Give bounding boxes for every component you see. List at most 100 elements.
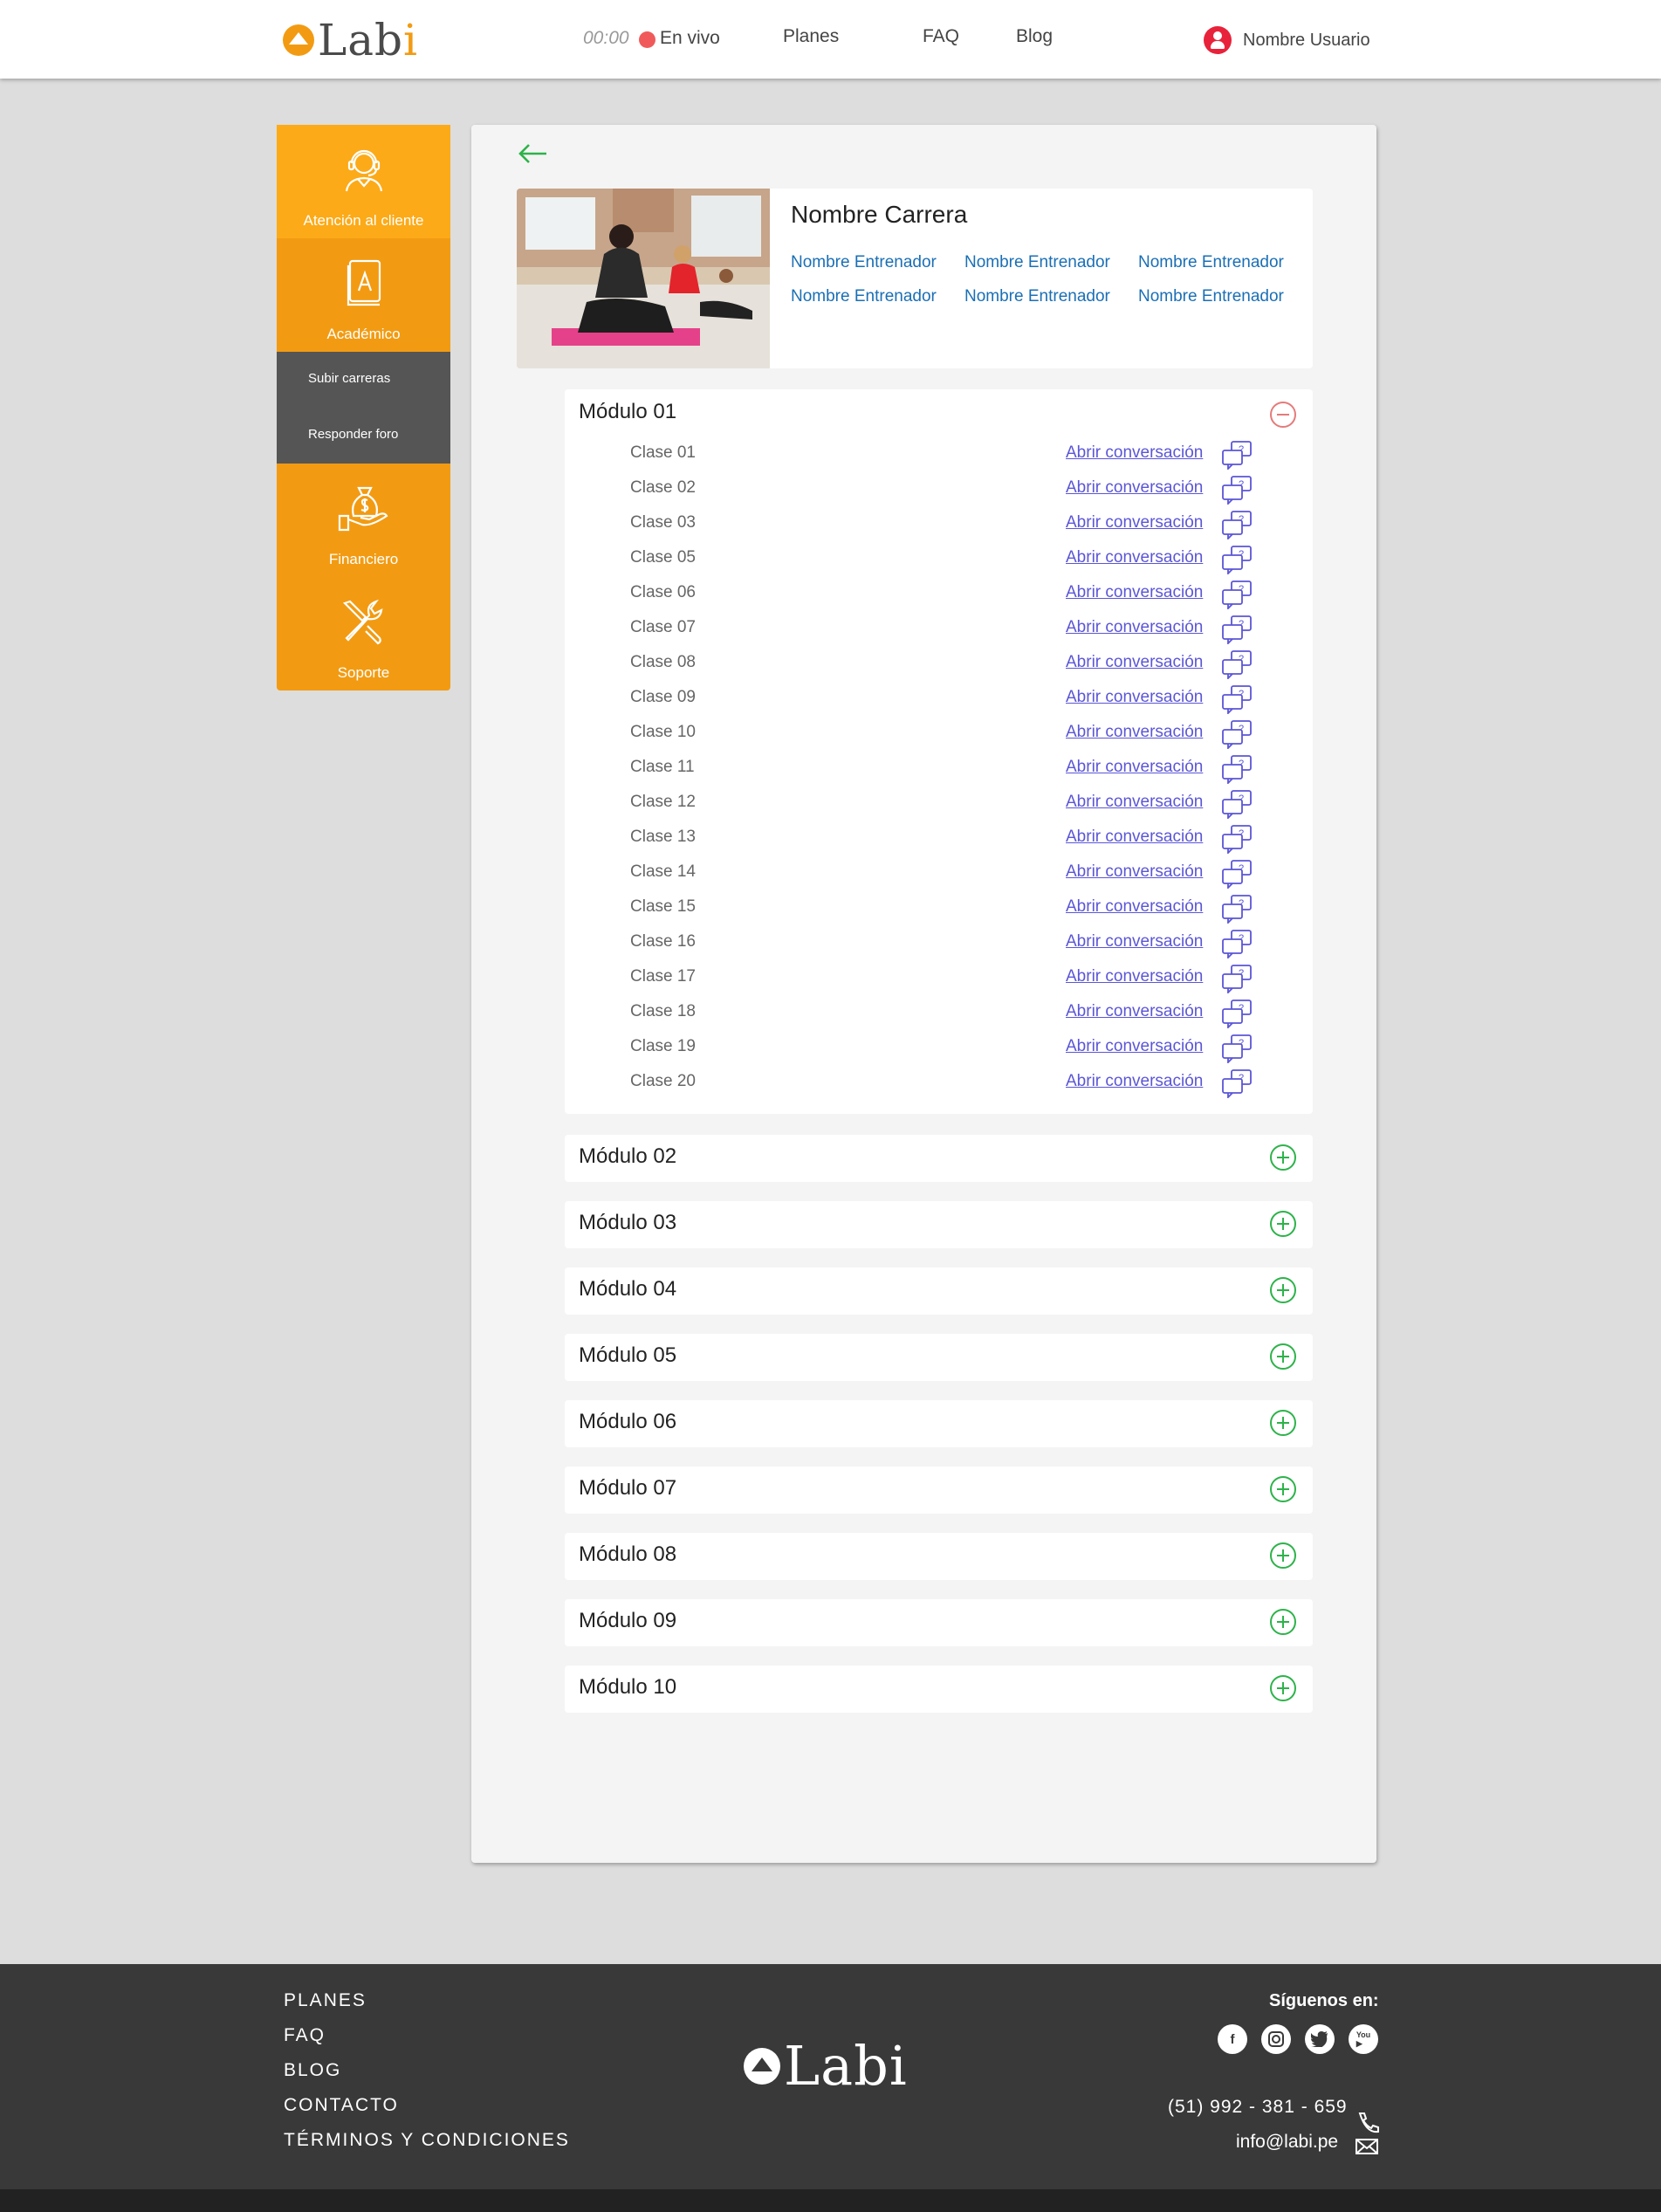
trainer-link[interactable]: Nombre Entrenador: [791, 253, 937, 272]
expand-icon[interactable]: [1270, 1410, 1296, 1436]
chat-question-icon[interactable]: ?: [1221, 1068, 1254, 1100]
trainer-link[interactable]: Nombre Entrenador: [964, 287, 1110, 306]
module-collapsed[interactable]: Módulo 03: [565, 1201, 1313, 1248]
module-title[interactable]: Módulo 07: [579, 1476, 676, 1501]
open-conversation-link[interactable]: Abrir conversación: [1066, 688, 1203, 707]
open-conversation-link[interactable]: Abrir conversación: [1066, 548, 1203, 567]
expand-icon[interactable]: [1270, 1675, 1296, 1701]
footer-link-terminos[interactable]: TÉRMINOS Y CONDICIONES: [284, 2130, 570, 2151]
module-collapsed[interactable]: Módulo 06: [565, 1400, 1313, 1447]
expand-icon[interactable]: [1270, 1609, 1296, 1635]
sidebar-item-financiero[interactable]: Financiero: [277, 464, 450, 577]
logo[interactable]: Labi: [283, 15, 418, 65]
open-conversation-link[interactable]: Abrir conversación: [1066, 897, 1203, 917]
sidebar-item-atencion[interactable]: Atención al cliente: [277, 125, 450, 238]
open-conversation-link[interactable]: Abrir conversación: [1066, 1037, 1203, 1056]
trainer-link[interactable]: Nombre Entrenador: [791, 287, 937, 306]
footer-link-contacto[interactable]: CONTACTO: [284, 2095, 399, 2116]
module-collapsed[interactable]: Módulo 02: [565, 1135, 1313, 1182]
collapse-icon[interactable]: [1270, 402, 1296, 428]
submenu-responder-foro[interactable]: Responder foro: [308, 427, 398, 442]
module-title[interactable]: Módulo 03: [579, 1211, 676, 1235]
sidebar-item-soporte[interactable]: Soporte: [277, 577, 450, 690]
module-title[interactable]: Módulo 10: [579, 1675, 676, 1700]
chat-question-icon[interactable]: ?: [1221, 475, 1254, 506]
nav-blog[interactable]: Blog: [1016, 26, 1053, 47]
open-conversation-link[interactable]: Abrir conversación: [1066, 478, 1203, 498]
trainer-link[interactable]: Nombre Entrenador: [1138, 287, 1284, 306]
chat-question-icon[interactable]: ?: [1221, 859, 1254, 890]
chat-question-icon[interactable]: ?: [1221, 545, 1254, 576]
user-avatar-icon[interactable]: [1204, 26, 1232, 54]
open-conversation-link[interactable]: Abrir conversación: [1066, 932, 1203, 951]
youtube-icon[interactable]: You ▶: [1349, 2024, 1378, 2054]
trainer-link[interactable]: Nombre Entrenador: [1138, 253, 1284, 272]
open-conversation-link[interactable]: Abrir conversación: [1066, 583, 1203, 602]
expand-icon[interactable]: [1270, 1542, 1296, 1569]
module-title[interactable]: Módulo 05: [579, 1343, 676, 1368]
module-title[interactable]: Módulo 06: [579, 1410, 676, 1434]
module-collapsed[interactable]: Módulo 05: [565, 1334, 1313, 1381]
open-conversation-link[interactable]: Abrir conversación: [1066, 793, 1203, 812]
chat-question-icon[interactable]: ?: [1221, 894, 1254, 925]
trainer-link[interactable]: Nombre Entrenador: [964, 253, 1110, 272]
live-time: 00:00: [583, 28, 629, 48]
chat-question-icon[interactable]: ?: [1221, 649, 1254, 681]
twitter-icon[interactable]: [1305, 2024, 1335, 2054]
email-address[interactable]: info@labi.pe: [1236, 2132, 1338, 2153]
open-conversation-link[interactable]: Abrir conversación: [1066, 862, 1203, 882]
footer-link-faq[interactable]: FAQ: [284, 2025, 326, 2046]
expand-icon[interactable]: [1270, 1211, 1296, 1237]
chat-question-icon[interactable]: ?: [1221, 510, 1254, 541]
sidebar-item-academico[interactable]: Académico: [277, 238, 450, 352]
expand-icon[interactable]: [1270, 1144, 1296, 1171]
phone-number[interactable]: (51) 992 - 381 - 659: [1168, 2097, 1348, 2118]
facebook-icon[interactable]: f: [1218, 2024, 1247, 2054]
submenu-subir-carreras[interactable]: Subir carreras: [308, 371, 390, 386]
back-arrow-icon[interactable]: [515, 141, 550, 167]
expand-icon[interactable]: [1270, 1277, 1296, 1303]
nav-faq[interactable]: FAQ: [923, 26, 959, 47]
open-conversation-link[interactable]: Abrir conversación: [1066, 758, 1203, 777]
open-conversation-link[interactable]: Abrir conversación: [1066, 967, 1203, 986]
module-collapsed[interactable]: Módulo 04: [565, 1267, 1313, 1315]
chat-question-icon[interactable]: ?: [1221, 1034, 1254, 1065]
nav-planes[interactable]: Planes: [783, 26, 839, 47]
expand-icon[interactable]: [1270, 1343, 1296, 1370]
module-title[interactable]: Módulo 01: [579, 400, 676, 424]
open-conversation-link[interactable]: Abrir conversación: [1066, 1072, 1203, 1091]
chat-question-icon[interactable]: ?: [1221, 754, 1254, 786]
module-collapsed[interactable]: Módulo 08: [565, 1533, 1313, 1580]
nav-live[interactable]: En vivo: [660, 28, 720, 49]
open-conversation-link[interactable]: Abrir conversación: [1066, 1002, 1203, 1021]
chat-question-icon[interactable]: ?: [1221, 929, 1254, 960]
open-conversation-link[interactable]: Abrir conversación: [1066, 723, 1203, 742]
chat-question-icon[interactable]: ?: [1221, 440, 1254, 471]
module-collapsed[interactable]: Módulo 07: [565, 1467, 1313, 1514]
expand-icon[interactable]: [1270, 1476, 1296, 1502]
chat-question-icon[interactable]: ?: [1221, 719, 1254, 751]
chat-question-icon[interactable]: ?: [1221, 824, 1254, 855]
user-name[interactable]: Nombre Usuario: [1243, 31, 1370, 51]
footer-link-planes[interactable]: PLANES: [284, 1990, 367, 2011]
open-conversation-link[interactable]: Abrir conversación: [1066, 513, 1203, 532]
module-title[interactable]: Módulo 08: [579, 1542, 676, 1567]
chat-question-icon[interactable]: ?: [1221, 964, 1254, 995]
chat-question-icon[interactable]: ?: [1221, 580, 1254, 611]
module-title[interactable]: Módulo 02: [579, 1144, 676, 1169]
open-conversation-link[interactable]: Abrir conversación: [1066, 653, 1203, 672]
instagram-icon[interactable]: [1261, 2024, 1291, 2054]
chat-question-icon[interactable]: ?: [1221, 615, 1254, 646]
open-conversation-link[interactable]: Abrir conversación: [1066, 618, 1203, 637]
module-title[interactable]: Módulo 09: [579, 1609, 676, 1633]
footer-logo[interactable]: Labi: [744, 2034, 908, 2098]
module-collapsed[interactable]: Módulo 10: [565, 1666, 1313, 1713]
chat-question-icon[interactable]: ?: [1221, 999, 1254, 1030]
module-title[interactable]: Módulo 04: [579, 1277, 676, 1302]
chat-question-icon[interactable]: ?: [1221, 789, 1254, 821]
chat-question-icon[interactable]: ?: [1221, 684, 1254, 716]
open-conversation-link[interactable]: Abrir conversación: [1066, 828, 1203, 847]
module-collapsed[interactable]: Módulo 09: [565, 1599, 1313, 1646]
footer-link-blog[interactable]: BLOG: [284, 2060, 341, 2081]
open-conversation-link[interactable]: Abrir conversación: [1066, 443, 1203, 463]
